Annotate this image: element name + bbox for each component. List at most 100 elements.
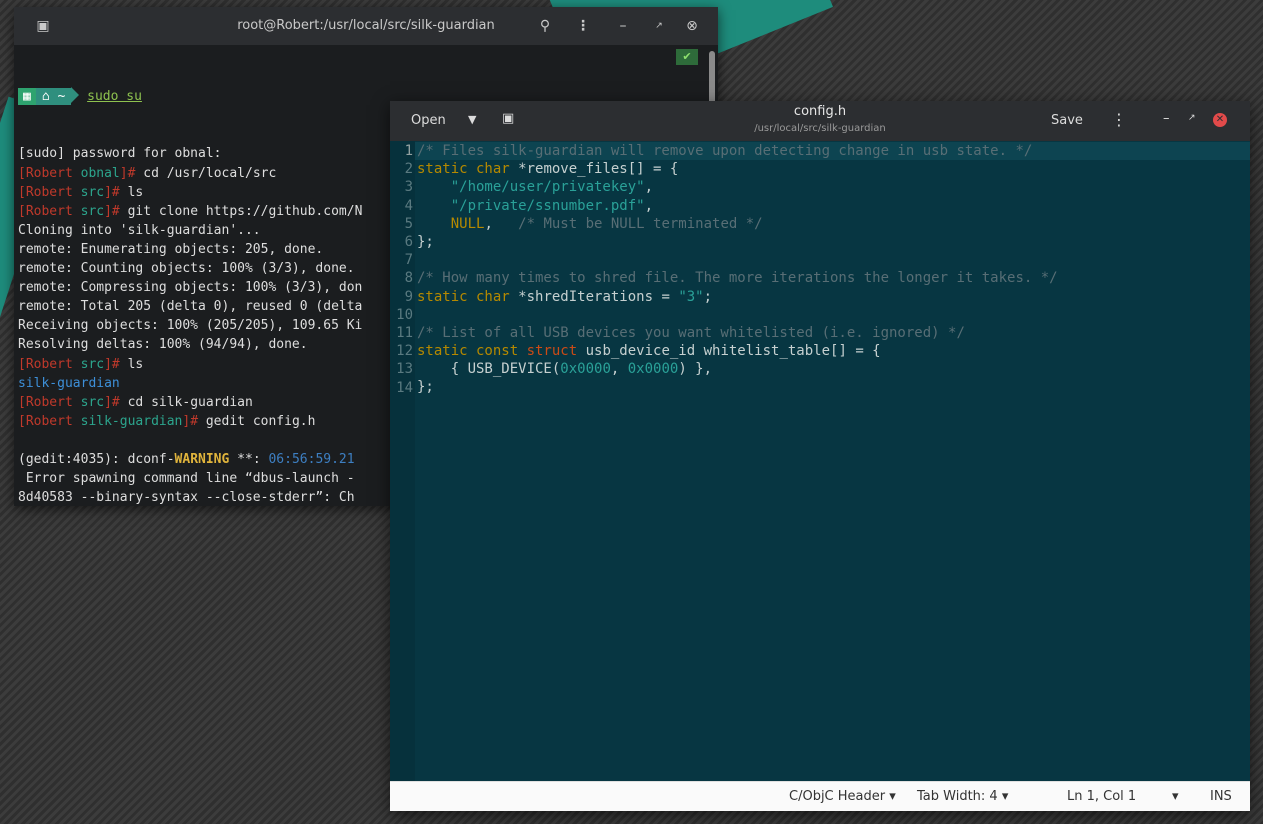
line-number: 7: [404, 252, 413, 269]
code-token: ) },: [678, 361, 713, 378]
minimize-icon[interactable]: –: [612, 15, 634, 37]
log-separator: **:: [229, 451, 269, 467]
gedit-window[interactable]: Open ▼ ▣ config.h /usr/local/src/silk-gu…: [390, 101, 1250, 811]
menu-icon[interactable]: ⋮: [572, 15, 594, 37]
prompt-symbol: ]#: [104, 184, 128, 200]
code-token: };: [417, 379, 434, 396]
minimize-icon[interactable]: –: [1163, 111, 1170, 126]
code-line: };: [417, 378, 1250, 396]
prompt-command: gedit config.h: [205, 413, 316, 429]
code-line: "/private/ssnumber.pdf",: [417, 197, 1250, 215]
menu-icon[interactable]: ⋮: [1111, 110, 1127, 129]
code-line: /* How many times to shred file. The mor…: [417, 269, 1250, 287]
prompt-symbol: ]#: [104, 394, 128, 410]
terminal-scrollbar[interactable]: [709, 51, 715, 107]
tab-width-selector[interactable]: Tab Width: 4 ▾: [917, 789, 1008, 804]
prompt-dir: src: [80, 203, 105, 219]
code-line: static const struct usb_device_id whitel…: [417, 342, 1250, 360]
prompt-user: [Robert: [18, 165, 81, 181]
gedit-headerbar[interactable]: Open ▼ ▣ config.h /usr/local/src/silk-gu…: [390, 101, 1250, 141]
maximize-icon[interactable]: ↗: [648, 15, 670, 37]
output-text: [sudo] password for obnal:: [18, 146, 222, 162]
line-number-gutter: 1 2 3 4 5 6 7 8 9 10 11 12 13 14: [390, 141, 415, 782]
prompt-command: ls: [127, 184, 144, 200]
close-icon[interactable]: ⊗: [681, 15, 703, 37]
output-text: remote: Counting objects: 100% (3/3), do…: [18, 261, 355, 277]
output-text: Resolving deltas: 100% (94/94), done.: [18, 337, 308, 353]
code-line: "/home/user/privatekey",: [417, 178, 1250, 196]
log-source: (gedit:4035): dconf-: [18, 451, 175, 467]
output-text: 8d40583 --binary-syntax --close-stderr”:…: [18, 490, 355, 506]
line-number: 10: [396, 306, 413, 323]
prompt-symbol: ]#: [104, 356, 128, 372]
output-text: Cloning into 'silk-guardian'...: [18, 222, 261, 238]
code-editor[interactable]: 1 2 3 4 5 6 7 8 9 10 11 12 13 14 /* Files silk-guardi…: [390, 141, 1250, 782]
code-token: "/home/user/privatekey": [450, 179, 645, 196]
code-line: /* List of all USB devices you want whit…: [417, 324, 1250, 342]
line-number: 9: [404, 288, 413, 305]
code-token: /* Files silk-guardian will remove upon …: [417, 143, 1033, 159]
search-icon[interactable]: ⚲: [534, 15, 556, 37]
first-command: sudo su: [87, 89, 142, 105]
code-token: "3": [678, 288, 704, 305]
code-token: ,: [644, 197, 654, 214]
language-label: C/ObjC Header: [789, 789, 886, 804]
code-token: };: [417, 233, 434, 250]
terminal-titlebar[interactable]: ▣ root@Robert:/usr/local/src/silk-guardi…: [14, 7, 718, 45]
code-line: { USB_DEVICE(0x0000, 0x0000) },: [417, 360, 1250, 378]
prompt-dir: src: [80, 356, 105, 372]
code-line: static char *shredIterations = "3";: [417, 288, 1250, 306]
cursor-position[interactable]: Ln 1, Col 1: [1067, 789, 1136, 804]
close-icon[interactable]: ✕: [1213, 113, 1227, 127]
output-text: remote: Total 205 (delta 0), reused 0 (d…: [18, 299, 363, 315]
line-number: 8: [404, 270, 413, 287]
line-number: 14: [396, 379, 413, 396]
log-level: WARNING: [174, 451, 230, 467]
prompt-symbol: ]#: [182, 413, 206, 429]
prompt-user: [Robert: [18, 356, 81, 372]
code-text-area[interactable]: /* Files silk-guardian will remove upon …: [415, 141, 1250, 782]
line-number: 4: [404, 197, 413, 214]
save-button[interactable]: Save: [1051, 113, 1083, 128]
line-number: 5: [404, 215, 413, 232]
code-token: ,: [644, 179, 654, 196]
code-token: static char: [417, 161, 519, 178]
line-number: 2: [404, 161, 413, 178]
prompt-symbol: ]#: [119, 165, 144, 181]
insert-mode-indicator[interactable]: INS: [1210, 789, 1232, 804]
position-chevron-down-icon[interactable]: ▾: [1172, 789, 1179, 804]
code-token: struct: [526, 343, 586, 360]
prompt-command: cd /usr/local/src: [143, 165, 277, 181]
tab-width-label: Tab Width: 4: [917, 789, 998, 804]
code-token: NULL: [450, 215, 485, 232]
output-text: remote: Enumerating objects: 205, done.: [18, 241, 324, 257]
prompt-command: cd silk-guardian: [127, 394, 253, 410]
code-token: static char: [417, 288, 519, 305]
status-bar: C/ObjC Header ▾ Tab Width: 4 ▾ Ln 1, Col…: [390, 781, 1250, 811]
line-number: 11: [396, 325, 413, 342]
home-segment: ⌂ ~: [35, 88, 72, 106]
log-time: 06:56:59.21: [268, 451, 355, 467]
line-number: 13: [396, 361, 413, 378]
prompt-user: [Robert: [18, 184, 81, 200]
prompt-dir: obnal: [80, 165, 120, 181]
prompt-dir: src: [80, 184, 105, 200]
line-number: 6: [404, 234, 413, 251]
language-selector[interactable]: C/ObjC Header ▾: [789, 789, 896, 804]
code-token: /* How many times to shred file. The mor…: [417, 270, 1058, 287]
prompt-command: git clone https://github.com/N: [127, 203, 363, 219]
code-token: *shredIterations =: [518, 288, 679, 305]
output-text: Error spawning command line “dbus-launch…: [18, 471, 355, 487]
code-token: { USB_DEVICE(: [417, 361, 561, 378]
home-segment-label: ~: [57, 89, 66, 105]
code-line: };: [417, 233, 1250, 251]
maximize-icon[interactable]: ↗: [1188, 113, 1196, 123]
code-token: 0x0000: [560, 361, 611, 378]
code-token: ,: [610, 361, 628, 378]
prompt-command: ls: [127, 356, 144, 372]
prompt-dir: silk-guardian: [80, 413, 183, 429]
code-token: /* List of all USB devices you want whit…: [417, 324, 965, 341]
